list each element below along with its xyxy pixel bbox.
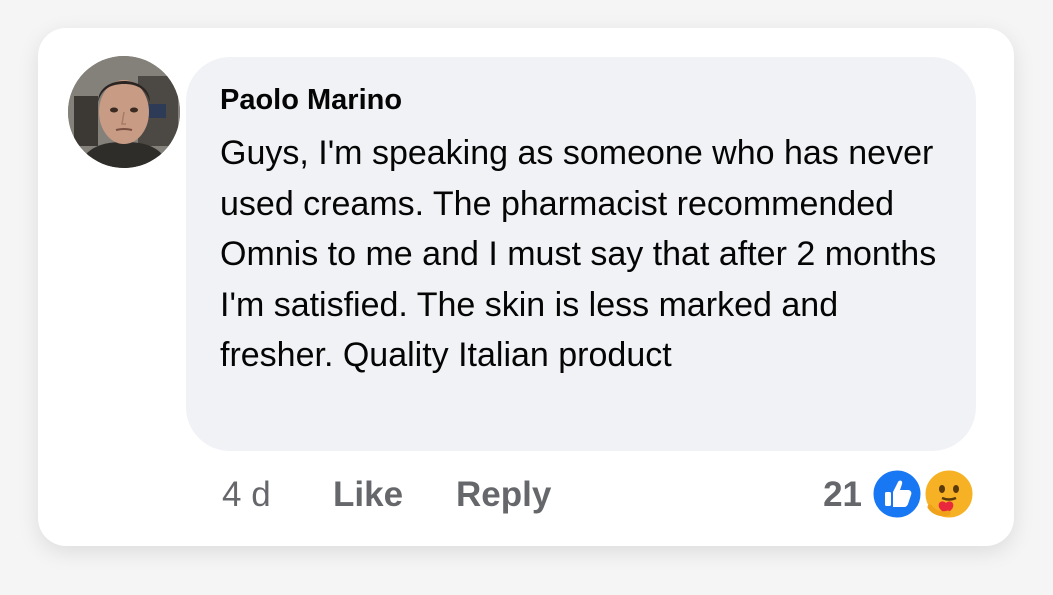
avatar-photo [68,56,180,168]
like-button[interactable]: Like [333,474,403,516]
comment-text: Guys, I'm speaking as someone who has ne… [220,134,937,375]
care-reaction-icon[interactable] [922,467,976,521]
reaction-count[interactable]: 21 [818,474,862,516]
reply-button[interactable]: Reply [456,474,551,516]
avatar[interactable] [68,56,180,168]
like-reaction-icon[interactable] [870,467,924,521]
comment-author[interactable]: Paolo Marino [220,82,402,118]
comment-timestamp[interactable]: 4 d [222,474,271,516]
